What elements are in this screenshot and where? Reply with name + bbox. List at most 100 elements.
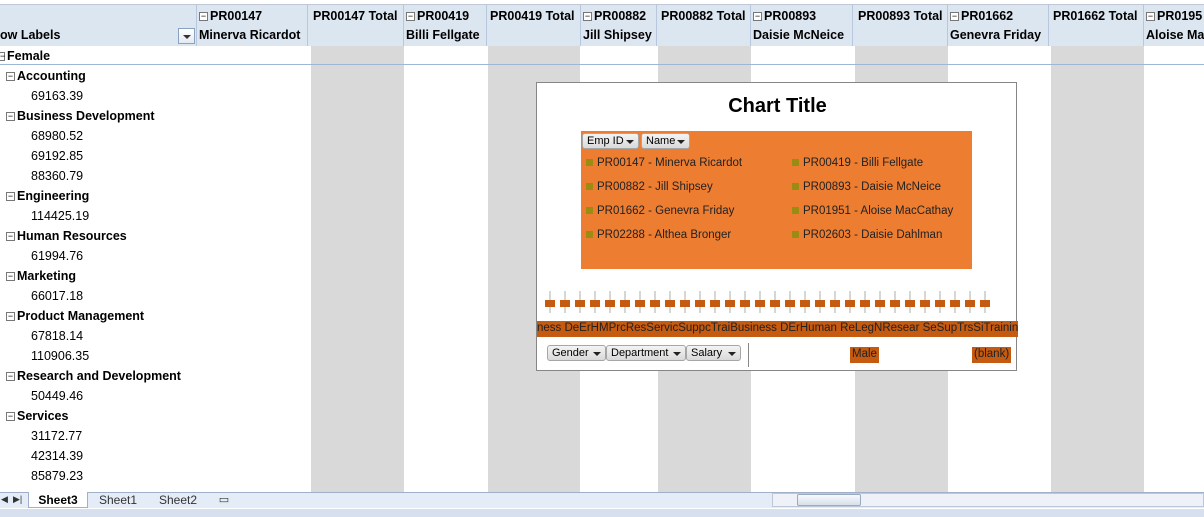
plot-bar[interactable]	[845, 300, 855, 307]
plot-bar[interactable]	[560, 300, 570, 307]
row-value[interactable]: 114425.19	[31, 209, 89, 223]
plot-bar[interactable]	[590, 300, 600, 307]
collapse-icon[interactable]: −	[406, 12, 415, 21]
tab-sheet1[interactable]: Sheet1	[90, 492, 146, 508]
row-services[interactable]: − Services	[6, 409, 68, 423]
col-header-pr0195[interactable]: − PR0195 Aloise Ma	[1144, 5, 1204, 46]
plot-bar[interactable]	[785, 300, 795, 307]
plot-bar[interactable]	[965, 300, 975, 307]
collapse-icon[interactable]: −	[6, 372, 15, 381]
tab-scroll-last-icon[interactable]: ▶|	[13, 494, 22, 505]
row-value[interactable]: 69192.85	[31, 149, 83, 163]
collapse-icon[interactable]: −	[199, 12, 208, 21]
row-value[interactable]: 85879.23	[31, 469, 83, 483]
tab-sheet2[interactable]: Sheet2	[150, 492, 206, 508]
col-header-pr01662-total[interactable]: PR01662 Total	[1049, 5, 1144, 46]
salary-field-button[interactable]: Salary	[686, 345, 741, 361]
plot-bar[interactable]	[740, 300, 750, 307]
plot-bar[interactable]	[905, 300, 915, 307]
legend-item[interactable]: PR00419 - Billi Fellgate	[792, 157, 923, 169]
chart-title[interactable]: Chart Title	[537, 95, 1018, 118]
name-filter-button[interactable]: Name	[641, 133, 690, 149]
plot-bar[interactable]	[650, 300, 660, 307]
col-header-pr00147[interactable]: − PR00147 Minerva Ricardot	[197, 5, 308, 46]
legend-item[interactable]: PR01662 - Genevra Friday	[586, 205, 734, 217]
plot-bar[interactable]	[980, 300, 990, 307]
col-header-pr01662[interactable]: − PR01662 Genevra Friday	[948, 5, 1049, 46]
plot-bar[interactable]	[950, 300, 960, 307]
legend-item[interactable]: PR00147 - Minerva Ricardot	[586, 157, 742, 169]
col-header-pr00147-total[interactable]: PR00147 Total	[308, 5, 404, 46]
row-value[interactable]: 67818.14	[31, 329, 83, 343]
row-value[interactable]: 50449.46	[31, 389, 83, 403]
plot-bar[interactable]	[695, 300, 705, 307]
plot-bar[interactable]	[635, 300, 645, 307]
col-header-pr00419[interactable]: − PR00419 Billi Fellgate	[404, 5, 487, 46]
plot-bar[interactable]	[920, 300, 930, 307]
collapse-icon[interactable]: −	[6, 412, 15, 421]
tab-scroll-first-icon[interactable]: ◀	[1, 494, 8, 505]
row-marketing[interactable]: − Marketing	[6, 269, 76, 283]
plot-bar[interactable]	[545, 300, 555, 307]
plot-bar[interactable]	[875, 300, 885, 307]
legend-item[interactable]: PR01951 - Aloise MacCathay	[792, 205, 953, 217]
plot-bar[interactable]	[620, 300, 630, 307]
row-value[interactable]: 88360.79	[31, 169, 83, 183]
collapse-icon[interactable]: −	[6, 312, 15, 321]
row-business-development[interactable]: − Business Development	[6, 109, 155, 123]
col-header-pr00882[interactable]: − PR00882 Jill Shipsey	[581, 5, 657, 46]
plot-bar[interactable]	[575, 300, 585, 307]
collapse-icon[interactable]: −	[6, 272, 15, 281]
collapse-icon[interactable]: −	[6, 112, 15, 121]
col-header-pr00882-total[interactable]: PR00882 Total	[657, 5, 751, 46]
col-header-pr00893[interactable]: − PR00893 Daisie McNeice	[751, 5, 853, 46]
row-research-and-development[interactable]: − Research and Development	[6, 369, 181, 383]
plot-bar[interactable]	[830, 300, 840, 307]
legend-item[interactable]: PR00882 - Jill Shipsey	[586, 181, 713, 193]
legend-item[interactable]: PR02288 - Althea Bronger	[586, 229, 731, 241]
legend-item[interactable]: PR02603 - Daisie Dahlman	[792, 229, 942, 241]
tab-sheet3[interactable]: Sheet3	[28, 492, 88, 508]
plot-bar[interactable]	[710, 300, 720, 307]
row-engineering[interactable]: − Engineering	[6, 189, 89, 203]
row-value[interactable]: 66017.18	[31, 289, 83, 303]
col-header-pr00419-total[interactable]: PR00419 Total	[487, 5, 581, 46]
plot-bar[interactable]	[680, 300, 690, 307]
plot-bar[interactable]	[800, 300, 810, 307]
row-value[interactable]: 31172.77	[31, 429, 82, 443]
row-accounting[interactable]: − Accounting	[6, 69, 86, 83]
collapse-icon[interactable]: −	[1146, 12, 1155, 21]
row-value[interactable]: 69163.39	[31, 89, 83, 103]
row-human-resources[interactable]: − Human Resources	[6, 229, 127, 243]
plot-bar[interactable]	[755, 300, 765, 307]
row-value[interactable]: 42314.39	[31, 449, 83, 463]
plot-bar[interactable]	[725, 300, 735, 307]
collapse-icon[interactable]: −	[6, 72, 15, 81]
plot-bar[interactable]	[860, 300, 870, 307]
collapse-icon[interactable]: −	[6, 192, 15, 201]
collapse-icon[interactable]: −	[753, 12, 762, 21]
pivot-chart[interactable]: Chart Title Emp ID Name PR00147 - Minerv…	[536, 82, 1018, 371]
chart-legend[interactable]: Emp ID Name PR00147 - Minerva Ricardot P…	[581, 131, 972, 269]
collapse-icon[interactable]: −	[950, 12, 959, 21]
row-female[interactable]: − Female	[0, 49, 50, 63]
plot-area[interactable]	[545, 291, 1001, 313]
plot-bar[interactable]	[605, 300, 615, 307]
row-value[interactable]: 68980.52	[31, 129, 83, 143]
row-labels-filter-button[interactable]	[178, 28, 195, 44]
plot-bar[interactable]	[665, 300, 675, 307]
emp-id-filter-button[interactable]: Emp ID	[582, 133, 639, 149]
department-field-button[interactable]: Department	[606, 345, 686, 361]
gender-field-button[interactable]: Gender	[547, 345, 606, 361]
row-product-management[interactable]: − Product Management	[6, 309, 144, 323]
insert-sheet-icon[interactable]: ▭	[212, 492, 236, 508]
plot-bar[interactable]	[935, 300, 945, 307]
row-labels-header[interactable]: ow Labels	[0, 5, 197, 46]
row-value[interactable]: 110906.35	[31, 349, 89, 363]
plot-bar[interactable]	[815, 300, 825, 307]
collapse-icon[interactable]: −	[6, 232, 15, 241]
legend-item[interactable]: PR00893 - Daisie McNeice	[792, 181, 941, 193]
row-value[interactable]: 61994.76	[31, 249, 83, 263]
collapse-icon[interactable]: −	[583, 12, 592, 21]
plot-bar[interactable]	[890, 300, 900, 307]
